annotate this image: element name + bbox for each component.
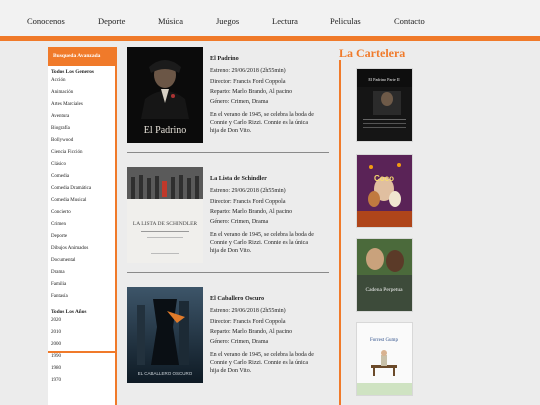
movie-poster[interactable]: El Padrino [127, 47, 203, 143]
nav-conocenos[interactable]: Conocenos [27, 16, 65, 26]
poster-title-text: LA LISTA DE SCHINDLER [133, 221, 198, 227]
genre-link[interactable]: Dibujos Animados [51, 246, 88, 251]
cartelera-title: La Cartelera [339, 46, 406, 60]
movie-director: Director: Francis Ford Coppola [210, 79, 286, 85]
nav-juegos[interactable]: Juegos [216, 16, 239, 26]
genre-link[interactable]: Biografía [51, 126, 70, 131]
movie-genre: Género: Crimen, Drama [210, 99, 269, 105]
movie-title[interactable]: El Padrino [210, 55, 239, 62]
movie-director: Director: Francis Ford Coppola [210, 319, 286, 325]
genre-link[interactable]: Comedia Musical [51, 198, 86, 203]
movie-synopsis-line: hija de Don Vito. [210, 368, 252, 374]
movie-synopsis-line: hija de Don Vito. [210, 248, 252, 254]
movie-genre: Género: Crimen, Drama [210, 219, 269, 225]
genre-link[interactable]: Acción [51, 78, 65, 83]
movie-cast: Reparto: Marlo Brando, Al pacino [210, 209, 293, 215]
nav-peliculas[interactable]: Peliculas [330, 16, 361, 26]
movie-title[interactable]: El Caballero Oscuro [210, 295, 264, 302]
year-link[interactable]: 2020 [51, 318, 61, 323]
movie-synopsis-line: Connie y Carlo Rizzi. Connie es la única [210, 360, 308, 366]
nav-deporte[interactable]: Deporte [98, 16, 125, 26]
year-link[interactable]: 1980 [51, 366, 61, 371]
genre-link[interactable]: Deporte [51, 234, 67, 239]
movie-release: Estreno: 29/06/2018 (2h55min) [210, 68, 286, 74]
year-link[interactable]: 1970 [51, 378, 61, 383]
genre-link[interactable]: Drama [51, 270, 65, 275]
genre-link[interactable]: Aventura [51, 114, 69, 119]
nav-contacto[interactable]: Contacto [394, 16, 425, 26]
cartelera-poster[interactable]: Cadena Perpetua [356, 238, 413, 312]
top-navigation: Conocenos Deporte Música Juegos Lectura … [0, 0, 540, 36]
movie-director: Director: Francis Ford Coppola [210, 199, 286, 205]
poster-title-text: El Padrino [144, 125, 187, 136]
advanced-search-sidebar: Busqueda Avanzada Todos Los Generos Acci… [48, 47, 117, 405]
nav-accent-bar [0, 36, 540, 41]
movie-synopsis-line: En el verano de 1945, se celebra la boda… [210, 112, 314, 118]
genre-link[interactable]: Concierto [51, 210, 71, 215]
cartelera-poster[interactable]: El Padrino Parte II [356, 68, 413, 142]
genre-link[interactable]: Bollywood [51, 138, 73, 143]
sidebar-header: Busqueda Avanzada [48, 47, 117, 66]
cartelera-poster[interactable]: Forrest Gump [356, 322, 413, 396]
movie-synopsis-line: hija de Don Vito. [210, 128, 252, 134]
movie-divider [127, 272, 329, 273]
poster-title-text: Cadena Perpetua [365, 287, 403, 293]
movie-genre: Género: Crimen, Drama [210, 339, 269, 345]
movie-synopsis-line: Connie y Carlo Rizzi. Connie es la única [210, 120, 308, 126]
movie-cast: Reparto: Marlo Brando, Al pacino [210, 89, 293, 95]
poster-title-text: EL CABALLERO OSCURO [138, 371, 193, 376]
movie-synopsis-line: En el verano de 1945, se celebra la boda… [210, 232, 314, 238]
year-link[interactable]: 2010 [51, 330, 61, 335]
genre-link[interactable]: Comedia Dramática [51, 186, 91, 191]
movie-synopsis-line: Connie y Carlo Rizzi. Connie es la única [210, 240, 308, 246]
poster-title-text: El Padrino Parte II [368, 77, 400, 82]
genre-link[interactable]: Animación [51, 90, 73, 95]
genre-link[interactable]: Comedia [51, 174, 69, 179]
movie-divider [127, 152, 329, 153]
cartelera-divider [339, 60, 341, 405]
nav-lectura[interactable]: Lectura [272, 16, 298, 26]
genre-link[interactable]: Fantasía [51, 294, 68, 299]
movie-poster[interactable]: LA LISTA DE SCHINDLER [127, 167, 203, 263]
movie-release: Estreno: 29/06/2018 (2h55min) [210, 188, 286, 194]
years-title: Todos Los Años [51, 309, 87, 315]
movie-poster[interactable]: EL CABALLERO OSCURO [127, 287, 203, 383]
genre-link[interactable]: Clásico [51, 162, 66, 167]
cartelera-poster[interactable]: Coco [356, 154, 413, 228]
movie-release: Estreno: 29/06/2018 (2h55min) [210, 308, 286, 314]
poster-title-text: Forrest Gump [370, 338, 398, 343]
nav-musica[interactable]: Música [158, 16, 183, 26]
genre-link[interactable]: Crimen [51, 222, 66, 227]
genre-link[interactable]: Familia [51, 282, 66, 287]
poster-title-text: Coco [374, 174, 394, 183]
year-link[interactable]: 2000 [51, 342, 61, 347]
sidebar-divider [48, 351, 115, 353]
movie-synopsis-line: En el verano de 1945, se celebra la boda… [210, 352, 314, 358]
movie-cast: Reparto: Marlo Brando, Al pacino [210, 329, 293, 335]
genre-link[interactable]: Ciencia Ficción [51, 150, 83, 155]
genre-link[interactable]: Documental [51, 258, 75, 263]
movie-title[interactable]: La Lista de Schindler [210, 175, 267, 182]
year-link[interactable]: 1990 [51, 354, 61, 359]
genres-title: Todos Los Generos [51, 69, 94, 75]
genre-link[interactable]: Artes Marciales [51, 102, 83, 107]
